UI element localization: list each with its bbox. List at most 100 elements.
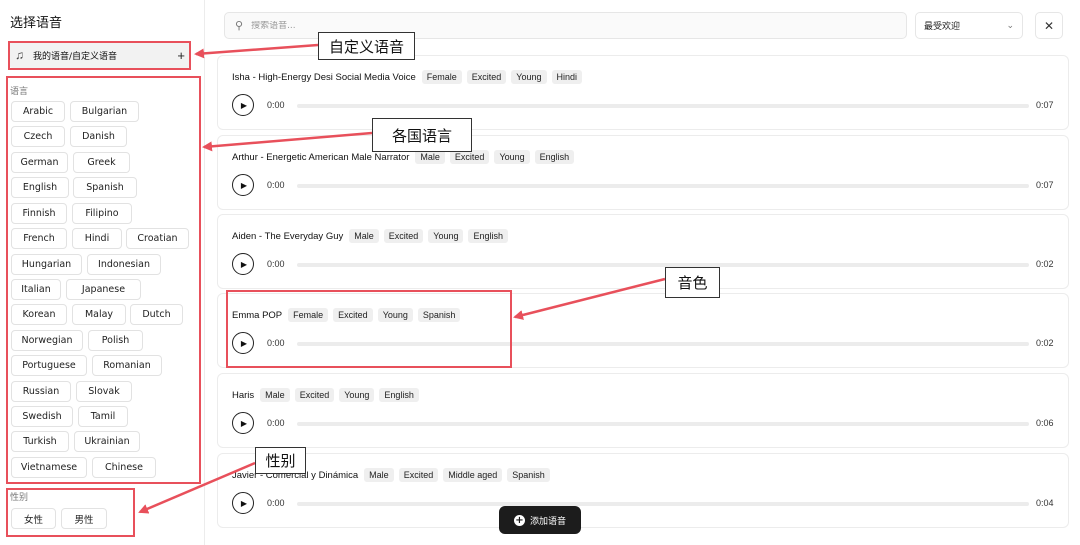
voice-tag: Middle aged xyxy=(443,468,503,482)
language-chip[interactable]: Chinese xyxy=(92,457,156,478)
language-chip[interactable]: Finnish xyxy=(11,203,67,224)
progress-track[interactable] xyxy=(297,104,1029,108)
language-chip[interactable]: Portuguese xyxy=(11,355,87,376)
current-time: 0:00 xyxy=(267,259,285,269)
voice-tag: Excited xyxy=(466,70,507,84)
language-chip[interactable]: Slovak xyxy=(76,381,132,402)
language-chip[interactable]: Italian xyxy=(11,279,61,300)
language-chip[interactable]: Croatian xyxy=(126,228,189,249)
play-icon: ▶ xyxy=(240,259,248,269)
play-icon: ▶ xyxy=(240,418,248,428)
language-chip[interactable]: Polish xyxy=(88,330,143,351)
current-time: 0:00 xyxy=(267,418,285,428)
voice-name: Arthur - Energetic American Male Narrato… xyxy=(232,151,410,163)
language-chip[interactable]: Czech xyxy=(11,126,65,147)
language-chip[interactable]: Malay xyxy=(72,304,126,325)
sidebar: 选择语音 ♫ 我的语音/自定义语音 + 语言 Arabic Bulgarian … xyxy=(0,0,204,545)
play-button[interactable]: ▶ xyxy=(232,174,254,196)
voice-tag: Excited xyxy=(294,388,335,402)
sort-selected-label: 最受欢迎 xyxy=(924,22,961,32)
voice-name-row: Aiden - The Everyday Guy Male Excited Young… xyxy=(232,229,513,243)
plus-icon[interactable]: + xyxy=(177,48,185,63)
voice-tag: English xyxy=(379,388,419,402)
voice-name: Haris xyxy=(232,389,255,401)
annotation-custom-voice: 自定义语音 xyxy=(318,32,415,60)
add-voice-label: 添加语音 xyxy=(529,516,566,527)
language-chip[interactable]: Danish xyxy=(70,126,127,147)
language-chip[interactable]: English xyxy=(11,177,69,198)
voice-card[interactable]: Haris Male Excited Young English ▶ 0:00 0:06 xyxy=(217,373,1069,448)
language-chip[interactable]: Ukrainian xyxy=(74,431,140,452)
voice-tag: Female xyxy=(288,308,329,322)
search-icon: ⚲ xyxy=(235,20,244,32)
language-chip[interactable]: Swedish xyxy=(11,406,73,427)
voice-name: Isha - High-Energy Desi Social Media Voi… xyxy=(232,71,416,83)
play-icon: ▶ xyxy=(240,180,248,190)
voice-card[interactable]: Arthur - Energetic American Male Narrato… xyxy=(217,135,1069,210)
voice-card[interactable]: Aiden - The Everyday Guy Male Excited Young… xyxy=(217,214,1069,289)
duration: 0:07 xyxy=(1036,180,1054,190)
music-note-icon: ♫ xyxy=(15,48,24,62)
duration: 0:02 xyxy=(1036,338,1054,348)
gender-chip-male[interactable]: 男性 xyxy=(61,508,107,529)
progress-track[interactable] xyxy=(297,184,1029,188)
language-chip[interactable]: Dutch xyxy=(130,304,183,325)
voice-name: Aiden - The Everyday Guy xyxy=(232,230,344,242)
language-chip[interactable]: Japanese xyxy=(66,279,141,300)
play-button[interactable]: ▶ xyxy=(232,492,254,514)
sidebar-title: 选择语音 xyxy=(10,16,63,31)
current-time: 0:00 xyxy=(267,498,285,508)
chevron-down-icon: ⌄ xyxy=(1006,20,1014,31)
play-icon: ▶ xyxy=(240,100,248,110)
voice-tag: Young xyxy=(494,150,530,164)
close-icon: ✕ xyxy=(1043,18,1055,33)
current-time: 0:00 xyxy=(267,100,285,110)
voice-tag: English xyxy=(468,229,509,243)
language-section-label: 语言 xyxy=(10,87,29,97)
language-chip[interactable]: Norwegian xyxy=(11,330,83,351)
language-chip[interactable]: Tamil xyxy=(78,406,128,427)
play-button[interactable]: ▶ xyxy=(232,332,254,354)
language-chip[interactable]: Indonesian xyxy=(87,254,161,275)
play-button[interactable]: ▶ xyxy=(232,412,254,434)
voice-tag: Young xyxy=(339,388,375,402)
language-chip[interactable]: Romanian xyxy=(92,355,162,376)
voice-tag: Male xyxy=(415,150,445,164)
language-chip[interactable]: Russian xyxy=(11,381,71,402)
language-chip[interactable]: German xyxy=(11,152,68,173)
voice-tag: Excited xyxy=(383,229,424,243)
language-chip[interactable]: Turkish xyxy=(11,431,69,452)
gender-chip-female[interactable]: 女性 xyxy=(11,508,56,529)
progress-track[interactable] xyxy=(297,263,1029,267)
my-voice-button[interactable]: ♫ 我的语音/自定义语音 + xyxy=(9,42,191,68)
voice-card[interactable]: Emma POP Female Excited Young Spanish ▶ 0:00 0:… xyxy=(217,293,1069,368)
language-chip[interactable]: Hindi xyxy=(72,228,122,249)
voice-tag: Young xyxy=(511,70,547,84)
sort-select[interactable]: 最受欢迎 ⌄ xyxy=(915,12,1023,39)
duration: 0:06 xyxy=(1036,418,1054,428)
play-button[interactable]: ▶ xyxy=(232,94,254,116)
progress-track[interactable] xyxy=(297,342,1029,346)
language-chip[interactable]: Korean xyxy=(11,304,67,325)
play-button[interactable]: ▶ xyxy=(232,253,254,275)
progress-track[interactable] xyxy=(297,502,1029,506)
language-chip[interactable]: Bulgarian xyxy=(70,101,139,122)
search-input[interactable] xyxy=(251,20,852,31)
play-icon: ▶ xyxy=(240,338,248,348)
language-chip[interactable]: Filipino xyxy=(72,203,132,224)
language-chip[interactable]: Vietnamese xyxy=(11,457,87,478)
voice-card[interactable]: Javier - Comercial y Dinámica Male Excited… xyxy=(217,453,1069,528)
voice-tag: Excited xyxy=(333,308,373,322)
language-chip[interactable]: French xyxy=(11,228,67,249)
voice-tag: Spanish xyxy=(507,468,550,482)
current-time: 0:00 xyxy=(267,338,285,348)
language-chip[interactable]: Arabic xyxy=(11,101,65,122)
add-voice-button[interactable]: + 添加语音 xyxy=(499,506,581,534)
voice-card[interactable]: Isha - High-Energy Desi Social Media Voi… xyxy=(217,55,1069,130)
voice-name-row: Isha - High-Energy Desi Social Media Voi… xyxy=(232,70,587,84)
language-chip[interactable]: Spanish xyxy=(73,177,137,198)
close-button[interactable]: ✕ xyxy=(1035,12,1063,39)
progress-track[interactable] xyxy=(297,422,1029,426)
language-chip[interactable]: Greek xyxy=(73,152,130,173)
language-chip[interactable]: Hungarian xyxy=(11,254,82,275)
